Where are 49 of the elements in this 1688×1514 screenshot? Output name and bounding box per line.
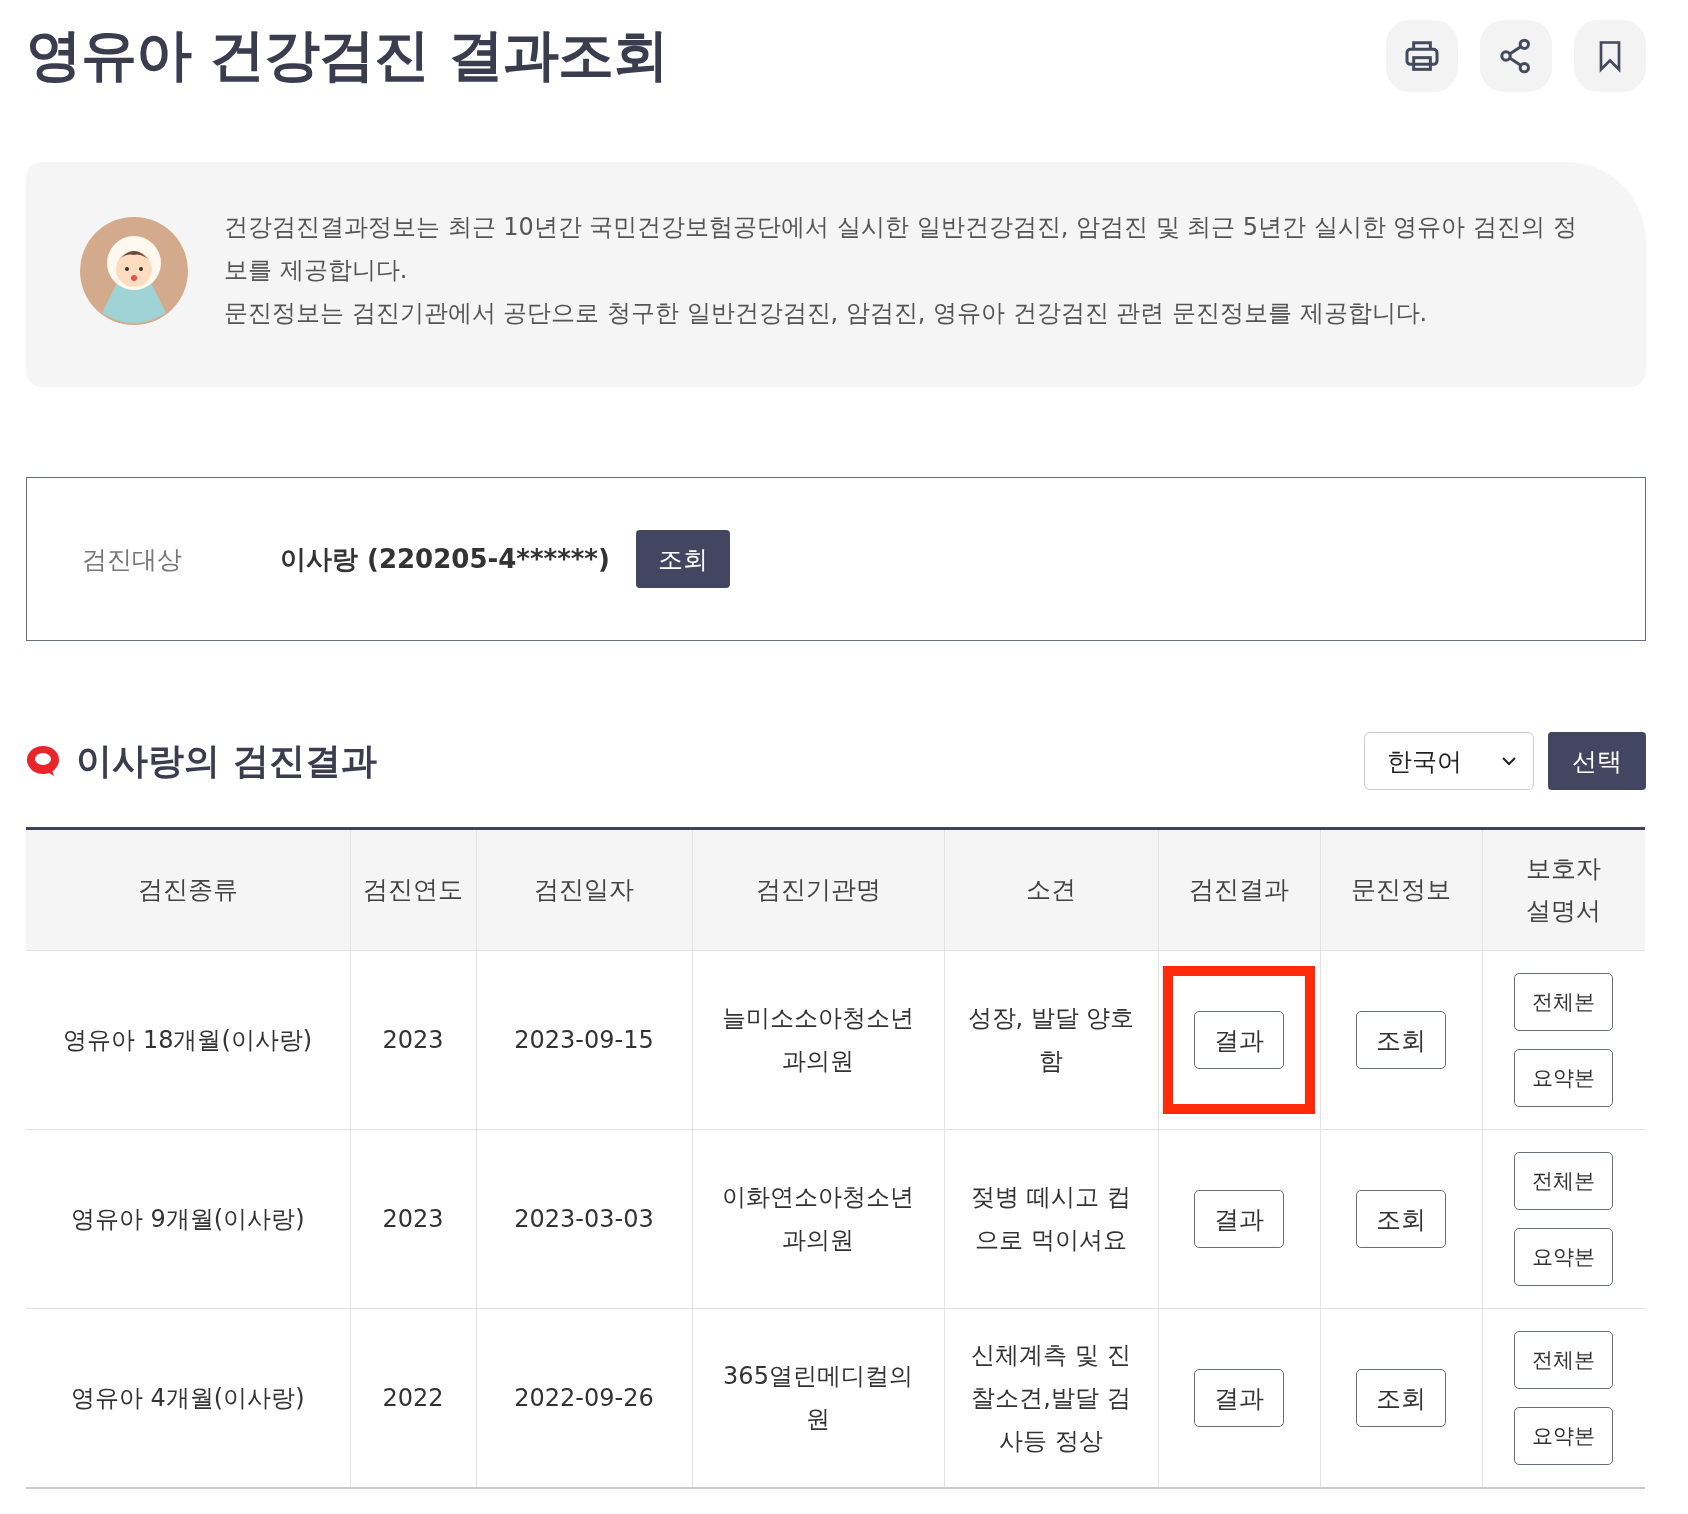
column-header: 검진일자: [476, 828, 692, 951]
select-button[interactable]: 선택: [1548, 732, 1646, 790]
table-cell: 2022-09-26: [476, 1308, 692, 1488]
survey-button[interactable]: 조회: [1356, 1190, 1446, 1248]
page-title: 영유아 건강검진 결과조회: [26, 21, 668, 89]
section-title: 이사랑의 검진결과: [76, 738, 377, 783]
table-cell: 2023-09-15: [476, 950, 692, 1130]
notice-text: 문진정보는 검진기관에서 공단으로 청구한 일반건강검진, 암검진, 영유아 건강검진 관련 문진정보를 제공합니다.: [224, 298, 1429, 329]
table-cell: 영유아 18개월(이사랑): [26, 950, 350, 1130]
result-button[interactable]: 결과: [1194, 1369, 1284, 1427]
notice-text: 건강검진결과정보는 최근 10년간 국민건강보험공단에서 실시한 일반건강검진, 암검진 및 최근 5년간 실시한 영유아 검진의 정보를 제공합니다.: [224, 212, 1578, 286]
guide-button[interactable]: 전체본: [1514, 1152, 1614, 1210]
guide-button[interactable]: 요약본: [1514, 1049, 1614, 1107]
column-header: 보호자 설명서: [1482, 828, 1645, 951]
table-cell: 2023: [350, 950, 476, 1130]
guide-button[interactable]: 요약본: [1514, 1407, 1614, 1465]
table-cell: 성장, 발달 양호함: [944, 950, 1158, 1130]
table-cell: 신체계측 및 진찰소견,발달 검사등 정상: [944, 1308, 1158, 1488]
survey-button[interactable]: 조회: [1356, 1369, 1446, 1427]
bookmark-button[interactable]: [1574, 20, 1646, 92]
table-cell: 영유아 9개월(이사랑): [26, 1129, 350, 1309]
result-button[interactable]: 결과: [1194, 1190, 1284, 1248]
table-cell: 이화연소아청소년과의원: [692, 1129, 944, 1309]
guide-button[interactable]: 전체본: [1514, 1331, 1614, 1389]
table-cell: 365열린메디컬의원: [692, 1308, 944, 1488]
column-header: 검진기관명: [692, 828, 944, 951]
table-cell: 늘미소소아청소년과의원: [692, 950, 944, 1130]
target-value: 이사랑 (220205-4******): [280, 542, 610, 576]
share-button[interactable]: [1480, 20, 1552, 92]
table-cell: 영유아 4개월(이사랑): [26, 1308, 350, 1488]
table-cell: 2022: [350, 1308, 476, 1488]
column-header: 검진결과: [1158, 828, 1320, 951]
print-button[interactable]: [1386, 20, 1458, 92]
survey-button[interactable]: 조회: [1356, 1011, 1446, 1069]
column-header: 문진정보: [1320, 828, 1482, 951]
guide-button[interactable]: 전체본: [1514, 973, 1614, 1031]
language-select[interactable]: 한국어: [1364, 732, 1534, 790]
table-cell: 젖병 떼시고 컵으로 먹이셔요: [944, 1129, 1158, 1309]
result-button[interactable]: 결과: [1194, 1011, 1284, 1069]
lookup-button[interactable]: 조회: [635, 530, 730, 588]
baby-avatar-icon: [80, 216, 188, 325]
target-label: 검진대상: [82, 543, 183, 576]
guide-button[interactable]: 요약본: [1514, 1228, 1614, 1286]
table-cell: 2023-03-03: [476, 1129, 692, 1309]
chevron-down-icon: [1501, 756, 1517, 766]
column-header: 검진종류: [26, 828, 350, 951]
table-cell: 2023: [350, 1129, 476, 1309]
column-header: 검진연도: [350, 828, 476, 951]
column-header: 소견: [944, 828, 1158, 951]
